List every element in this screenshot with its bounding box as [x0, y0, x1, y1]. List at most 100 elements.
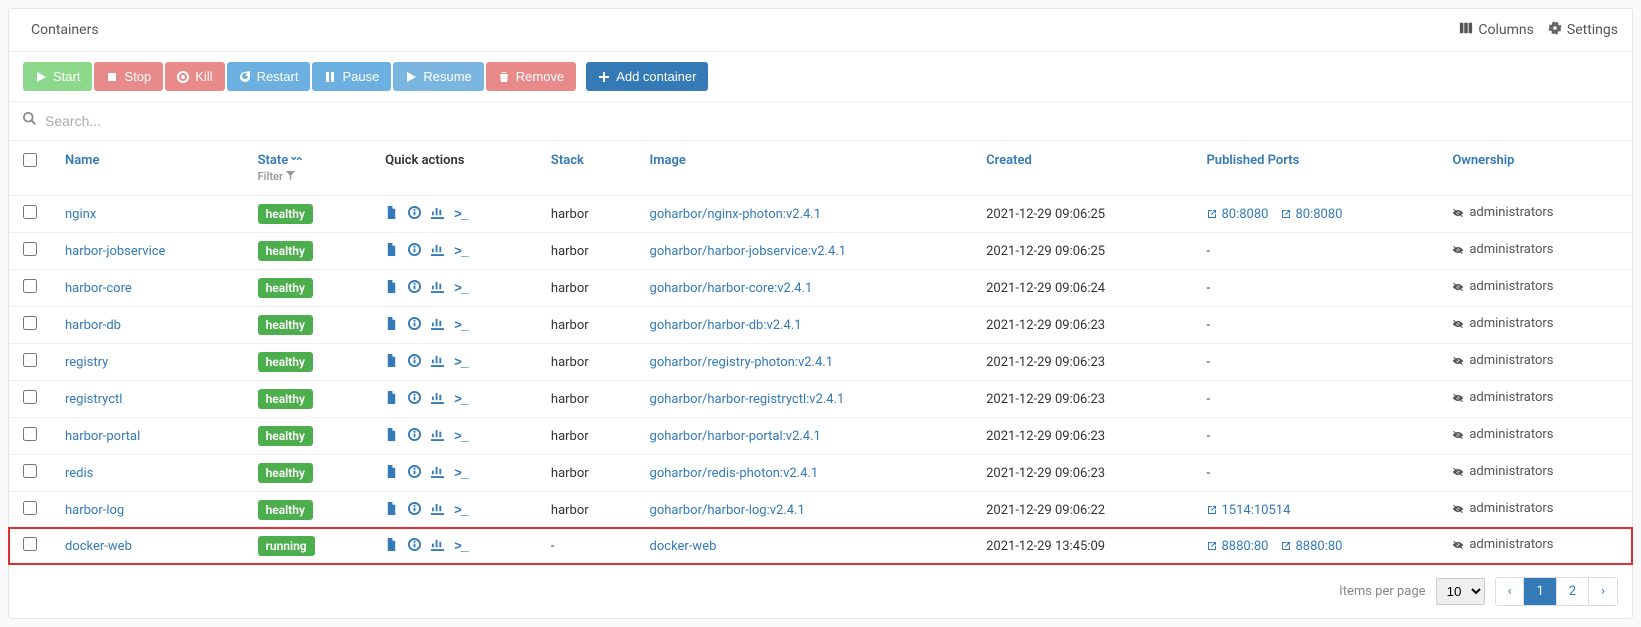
remove-button[interactable]: Remove: [486, 62, 576, 91]
resume-button[interactable]: Resume: [393, 62, 483, 91]
image-link[interactable]: goharbor/harbor-log:v2.4.1: [650, 503, 805, 518]
stats-icon[interactable]: [431, 428, 444, 445]
select-all-checkbox[interactable]: [23, 153, 37, 167]
inspect-icon[interactable]: [408, 243, 421, 260]
page-1[interactable]: 1: [1524, 578, 1556, 605]
container-name-link[interactable]: harbor-portal: [65, 429, 140, 444]
console-icon[interactable]: >_: [454, 318, 468, 333]
columns-button[interactable]: Columns: [1459, 21, 1533, 39]
image-link[interactable]: goharbor/harbor-registryctl:v2.4.1: [650, 392, 845, 407]
stats-icon[interactable]: [431, 317, 444, 334]
inspect-icon[interactable]: [408, 206, 421, 223]
image-link[interactable]: goharbor/harbor-portal:v2.4.1: [650, 429, 821, 444]
inspect-icon[interactable]: [408, 354, 421, 371]
inspect-icon[interactable]: [408, 428, 421, 445]
stats-icon[interactable]: [431, 206, 444, 223]
stats-icon[interactable]: [431, 538, 444, 555]
row-checkbox[interactable]: [23, 316, 37, 330]
console-icon[interactable]: >_: [454, 466, 468, 481]
logs-icon[interactable]: [385, 280, 398, 297]
image-link[interactable]: goharbor/nginx-photon:v2.4.1: [650, 207, 822, 222]
image-link[interactable]: goharbor/redis-photon:v2.4.1: [650, 466, 819, 481]
col-ports[interactable]: Published Ports: [1206, 153, 1299, 168]
port-link[interactable]: 1514:10514: [1206, 503, 1290, 518]
row-checkbox[interactable]: [23, 242, 37, 256]
inspect-icon[interactable]: [408, 502, 421, 519]
logs-icon[interactable]: [385, 317, 398, 334]
console-icon[interactable]: >_: [454, 503, 468, 518]
console-icon[interactable]: >_: [454, 429, 468, 444]
logs-icon[interactable]: [385, 428, 398, 445]
items-per-page-select[interactable]: 10: [1436, 578, 1485, 605]
image-link[interactable]: goharbor/harbor-core:v2.4.1: [650, 281, 813, 296]
add-container-button[interactable]: Add container: [586, 62, 708, 91]
console-icon[interactable]: >_: [454, 244, 468, 259]
port-link[interactable]: 80:8080: [1280, 207, 1342, 222]
col-stack[interactable]: Stack: [551, 153, 584, 168]
image-link[interactable]: goharbor/harbor-jobservice:v2.4.1: [650, 244, 847, 259]
inspect-icon[interactable]: [408, 317, 421, 334]
container-name-link[interactable]: registry: [65, 355, 108, 370]
col-image[interactable]: Image: [650, 153, 686, 168]
settings-button[interactable]: Settings: [1548, 21, 1618, 39]
state-filter[interactable]: Filter: [258, 170, 358, 183]
row-checkbox[interactable]: [23, 353, 37, 367]
logs-icon[interactable]: [385, 502, 398, 519]
stats-icon[interactable]: [431, 354, 444, 371]
inspect-icon[interactable]: [408, 465, 421, 482]
stats-icon[interactable]: [431, 502, 444, 519]
stats-icon[interactable]: [431, 280, 444, 297]
page-prev[interactable]: ‹: [1496, 578, 1525, 605]
col-ownership[interactable]: Ownership: [1452, 153, 1514, 168]
row-checkbox[interactable]: [23, 537, 37, 551]
logs-icon[interactable]: [385, 391, 398, 408]
container-name-link[interactable]: docker-web: [65, 539, 132, 554]
logs-icon[interactable]: [385, 206, 398, 223]
console-icon[interactable]: >_: [454, 355, 468, 370]
row-checkbox[interactable]: [23, 427, 37, 441]
container-name-link[interactable]: harbor-core: [65, 281, 132, 296]
col-created[interactable]: Created: [986, 153, 1032, 168]
row-checkbox[interactable]: [23, 501, 37, 515]
console-icon[interactable]: >_: [454, 539, 468, 554]
inspect-icon[interactable]: [408, 391, 421, 408]
console-icon[interactable]: >_: [454, 207, 468, 222]
col-state[interactable]: State: [258, 153, 303, 168]
stop-button[interactable]: Stop: [94, 62, 163, 91]
console-icon[interactable]: >_: [454, 392, 468, 407]
row-checkbox[interactable]: [23, 205, 37, 219]
inspect-icon[interactable]: [408, 280, 421, 297]
container-name-link[interactable]: redis: [65, 466, 93, 481]
console-icon[interactable]: >_: [454, 281, 468, 296]
logs-icon[interactable]: [385, 538, 398, 555]
port-link[interactable]: 8880:80: [1280, 539, 1342, 554]
logs-icon[interactable]: [385, 243, 398, 260]
stats-icon[interactable]: [431, 465, 444, 482]
container-name-link[interactable]: nginx: [65, 207, 96, 222]
image-link[interactable]: docker-web: [650, 539, 717, 554]
stats-icon[interactable]: [431, 243, 444, 260]
port-link[interactable]: 80:8080: [1206, 207, 1268, 222]
inspect-icon[interactable]: [408, 538, 421, 555]
row-checkbox[interactable]: [23, 464, 37, 478]
col-name[interactable]: Name: [65, 153, 99, 168]
pause-button[interactable]: Pause: [312, 62, 391, 91]
search-input[interactable]: [45, 113, 1618, 129]
logs-icon[interactable]: [385, 354, 398, 371]
start-button[interactable]: Start: [23, 62, 92, 91]
container-name-link[interactable]: harbor-jobservice: [65, 244, 165, 259]
logs-icon[interactable]: [385, 465, 398, 482]
restart-button[interactable]: Restart: [227, 62, 311, 91]
page-next[interactable]: ›: [1589, 578, 1617, 605]
container-name-link[interactable]: harbor-db: [65, 318, 121, 333]
image-link[interactable]: goharbor/harbor-db:v2.4.1: [650, 318, 802, 333]
container-name-link[interactable]: harbor-log: [65, 503, 124, 518]
container-name-link[interactable]: registryctl: [65, 392, 122, 407]
row-checkbox[interactable]: [23, 279, 37, 293]
page-2[interactable]: 2: [1557, 578, 1589, 605]
kill-button[interactable]: Kill: [165, 62, 224, 91]
port-link[interactable]: 8880:80: [1206, 539, 1268, 554]
row-checkbox[interactable]: [23, 390, 37, 404]
stats-icon[interactable]: [431, 391, 444, 408]
image-link[interactable]: goharbor/registry-photon:v2.4.1: [650, 355, 834, 370]
